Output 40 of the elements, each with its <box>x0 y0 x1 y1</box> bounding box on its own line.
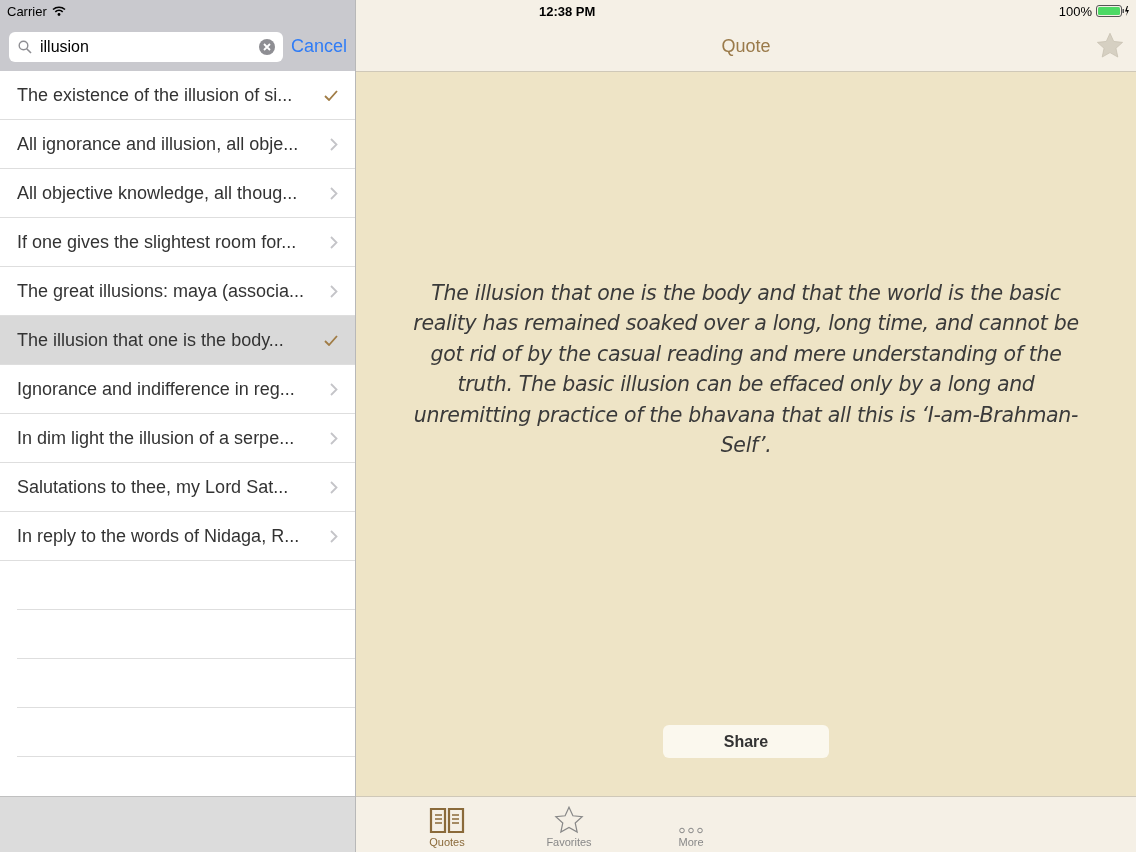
result-text: The illusion that one is the body... <box>17 329 284 351</box>
chevron-icon <box>330 431 338 445</box>
result-text: All objective knowledge, all thoug... <box>17 182 298 204</box>
result-text: Salutations to thee, my Lord Sat... <box>17 476 289 498</box>
result-text: All ignorance and illusion, all obje... <box>17 133 299 155</box>
search-icon <box>18 39 32 54</box>
battery-icon <box>1096 5 1130 17</box>
book-icon <box>429 806 465 834</box>
chevron-icon <box>330 235 338 249</box>
clock-time: 12:38 PM <box>539 3 597 19</box>
tab-label: More <box>678 836 704 848</box>
nav-title: Quote <box>721 36 771 57</box>
tab-label: Favorites <box>546 836 592 848</box>
checkmark-icon <box>324 89 338 101</box>
share-button[interactable]: Share <box>663 725 829 758</box>
result-text: The existence of the illusion of si... <box>17 84 293 106</box>
more-icon <box>677 827 705 834</box>
tab-item[interactable]: Quotes <box>386 797 508 852</box>
search-field[interactable]: illusion <box>9 31 283 62</box>
chevron-icon <box>330 186 338 200</box>
result-row[interactable]: The illusion that one is the body... <box>0 316 355 365</box>
chevron-icon <box>330 137 338 151</box>
checkmark-icon <box>324 334 338 346</box>
battery-percent: 100% <box>1058 3 1092 19</box>
quote-text: The illusion that one is the body and that the world is the basic reality has remained soaked over a long, long time, and cannot be got rid of by the casual reading and mere understanding of the truth. The basic illusion can be effaced only by a long and unremitting practice of the bhavana that all this is ‘I-am-Brahman-Self’. <box>412 280 1080 460</box>
chevron-icon <box>330 284 338 298</box>
result-text: The great illusions: maya (associa... <box>17 280 305 302</box>
star-icon[interactable] <box>1096 32 1124 59</box>
result-text: Ignorance and indifference in reg... <box>17 378 295 400</box>
result-text: If one gives the slightest room for... <box>17 231 297 253</box>
tab-label: Quotes <box>429 836 465 848</box>
chevron-icon <box>330 382 338 396</box>
clear-icon[interactable] <box>258 38 275 55</box>
wifi-icon <box>51 6 66 16</box>
result-text: In dim light the illusion of a serpe... <box>17 427 295 449</box>
carrier-label: Carrier <box>7 3 47 19</box>
result-text: In reply to the words of Nidaga, R... <box>17 525 300 547</box>
chevron-icon <box>330 529 338 543</box>
star-icon <box>554 806 584 834</box>
chevron-icon <box>330 480 338 494</box>
